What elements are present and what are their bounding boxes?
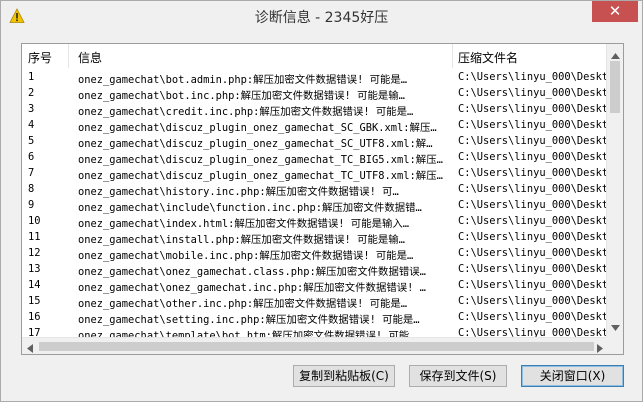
title-bar[interactable]: 诊断信息 - 2345好压 ✕ — [1, 1, 642, 31]
window-title: 诊断信息 - 2345好压 — [254, 10, 389, 26]
column-divider[interactable] — [68, 44, 69, 68]
row-info: onez_gamechat\mobile.inc.php:解压加密文件数据错误!… — [78, 250, 414, 262]
row-number: 2 — [28, 87, 35, 99]
row-info: onez_gamechat\setting.inc.php:解压加密文件数据错误… — [78, 314, 420, 326]
row-file: C:\Users\linyu_000\Deskto — [458, 295, 608, 307]
row-number: 14 — [28, 279, 41, 291]
row-number: 13 — [28, 263, 41, 275]
scroll-right-icon[interactable] — [597, 342, 603, 354]
row-info: onez_gamechat\onez_gamechat.class.php:解压… — [78, 266, 426, 278]
table-row[interactable]: 6 onez_gamechat\discuz_plugin_onez_gamech… — [22, 150, 608, 166]
row-file: C:\Users\linyu_000\Deskto — [458, 151, 608, 163]
row-number: 6 — [28, 151, 35, 163]
row-info: onez_gamechat\discuz_plugin_onez_gamecha… — [78, 138, 433, 150]
table-row[interactable]: 13 onez_gamechat\onez_gamechat.class.php:… — [22, 262, 608, 278]
row-info: onez_gamechat\discuz_plugin_onez_gamecha… — [78, 170, 443, 182]
close-icon: ✕ — [608, 2, 622, 20]
row-file: C:\Users\linyu_000\Deskto — [458, 199, 608, 211]
close-window-button[interactable]: 关闭窗口(X) — [521, 365, 624, 387]
row-number: 12 — [28, 247, 41, 259]
scroll-up-icon[interactable] — [611, 48, 620, 62]
row-info: onez_gamechat\bot.inc.php:解压加密文件数据错误! 可能… — [78, 90, 405, 102]
row-number: 15 — [28, 295, 41, 307]
horizontal-scroll-thumb[interactable] — [39, 342, 594, 351]
scroll-down-icon[interactable] — [611, 320, 620, 334]
row-info: onez_gamechat\bot.admin.php:解压加密文件数据错误! … — [78, 74, 408, 86]
row-file: C:\Users\linyu_000\Deskto — [458, 215, 608, 227]
row-file: C:\Users\linyu_000\Deskto — [458, 183, 608, 195]
row-file: C:\Users\linyu_000\Deskto — [458, 311, 608, 323]
column-header-info[interactable]: 信息 — [78, 49, 102, 66]
row-number: 10 — [28, 215, 41, 227]
row-number: 1 — [28, 71, 35, 83]
column-header-file[interactable]: 压缩文件名 — [458, 49, 518, 66]
row-info: onez_gamechat\onez_gamechat.inc.php:解压加密… — [78, 282, 426, 294]
table-row[interactable]: 3 onez_gamechat\credit.inc.php:解压加密文件数据错误… — [22, 102, 608, 118]
table-row[interactable]: 2 onez_gamechat\bot.inc.php:解压加密文件数据错误! 可… — [22, 86, 608, 102]
table-row[interactable]: 8 onez_gamechat\history.inc.php:解压加密文件数据错… — [22, 182, 608, 198]
row-number: 9 — [28, 199, 35, 211]
column-header-no[interactable]: 序号 — [28, 49, 52, 66]
row-info: onez_gamechat\other.inc.php:解压加密文件数据错误! … — [78, 298, 408, 310]
row-info: onez_gamechat\include\function.inc.php:解… — [78, 202, 422, 214]
table-row[interactable]: 10 onez_gamechat\index.html:解压加密文件数据错误! 可… — [22, 214, 608, 230]
table-row[interactable]: 12 onez_gamechat\mobile.inc.php:解压加密文件数据错… — [22, 246, 608, 262]
row-number: 3 — [28, 103, 35, 115]
table-row[interactable]: 15 onez_gamechat\other.inc.php:解压加密文件数据错误… — [22, 294, 608, 310]
row-file: C:\Users\linyu_000\Deskto — [458, 119, 608, 131]
diagnostic-window: 诊断信息 - 2345好压 ✕ 序号 信息 压缩文件名 1 onez_gamech… — [0, 0, 643, 402]
window-close-button[interactable]: ✕ — [592, 1, 638, 22]
row-number: 5 — [28, 135, 35, 147]
diagnostic-list[interactable]: 序号 信息 压缩文件名 1 onez_gamechat\bot.admin.php… — [21, 43, 624, 355]
row-file: C:\Users\linyu_000\Deskto — [458, 263, 608, 275]
row-number: 7 — [28, 167, 35, 179]
row-number: 8 — [28, 183, 35, 195]
table-row[interactable]: 1 onez_gamechat\bot.admin.php:解压加密文件数据错误!… — [22, 70, 608, 86]
table-row[interactable]: 7 onez_gamechat\discuz_plugin_onez_gamech… — [22, 166, 608, 182]
row-number: 11 — [28, 231, 41, 243]
row-number: 16 — [28, 311, 41, 323]
list-header: 序号 信息 压缩文件名 — [22, 44, 608, 68]
row-info: onez_gamechat\history.inc.php:解压加密文件数据错误… — [78, 186, 399, 198]
row-file: C:\Users\linyu_000\Deskto — [458, 103, 608, 115]
table-row[interactable]: 14 onez_gamechat\onez_gamechat.inc.php:解压… — [22, 278, 608, 294]
table-row[interactable]: 4 onez_gamechat\discuz_plugin_onez_gamech… — [22, 118, 608, 134]
row-info: onez_gamechat\install.php:解压加密文件数据错误! 可能… — [78, 234, 405, 246]
table-row[interactable]: 5 onez_gamechat\discuz_plugin_onez_gamech… — [22, 134, 608, 150]
column-divider[interactable] — [452, 44, 453, 68]
row-info: onez_gamechat\credit.inc.php:解压加密文件数据错误!… — [78, 106, 414, 118]
row-info: onez_gamechat\discuz_plugin_onez_gamecha… — [78, 154, 443, 166]
row-file: C:\Users\linyu_000\Deskto — [458, 231, 608, 243]
scroll-left-icon[interactable] — [27, 342, 33, 354]
table-row[interactable]: 16 onez_gamechat\setting.inc.php:解压加密文件数据… — [22, 310, 608, 326]
save-to-file-button[interactable]: 保存到文件(S) — [409, 365, 507, 387]
horizontal-scrollbar[interactable] — [22, 337, 608, 354]
row-file: C:\Users\linyu_000\Deskto — [458, 279, 608, 291]
row-file: C:\Users\linyu_000\Deskto — [458, 87, 608, 99]
vertical-scrollbar[interactable] — [606, 44, 623, 338]
row-file: C:\Users\linyu_000\Deskto — [458, 71, 608, 83]
list-rows: 1 onez_gamechat\bot.admin.php:解压加密文件数据错误!… — [22, 70, 608, 342]
row-info: onez_gamechat\index.html:解压加密文件数据错误! 可能是… — [78, 218, 410, 230]
row-file: C:\Users\linyu_000\Deskto — [458, 135, 608, 147]
table-row[interactable]: 9 onez_gamechat\include\function.inc.php:… — [22, 198, 608, 214]
row-number: 4 — [28, 119, 35, 131]
row-file: C:\Users\linyu_000\Deskto — [458, 167, 608, 179]
scrollbar-corner — [606, 337, 623, 354]
row-info: onez_gamechat\discuz_plugin_onez_gamecha… — [78, 122, 437, 134]
copy-to-clipboard-button[interactable]: 复制到粘贴板(C) — [293, 365, 395, 387]
row-file: C:\Users\linyu_000\Deskto — [458, 247, 608, 259]
table-row[interactable]: 11 onez_gamechat\install.php:解压加密文件数据错误! … — [22, 230, 608, 246]
vertical-scroll-thumb[interactable] — [610, 61, 620, 113]
